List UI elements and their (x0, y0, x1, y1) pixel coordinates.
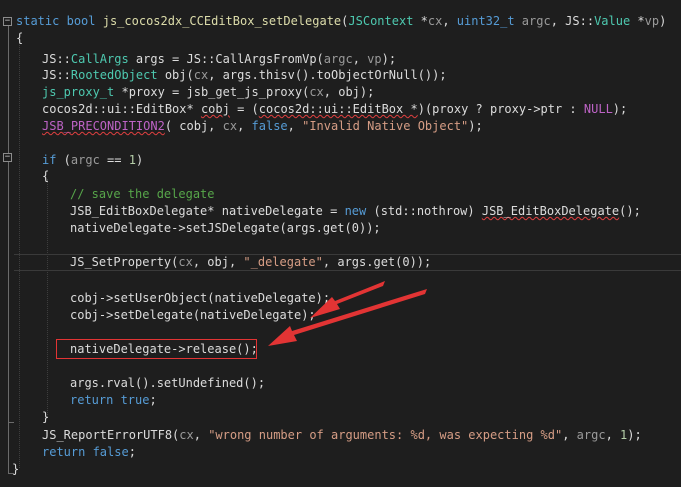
code-editor[interactable]: − − static bool js_cocos2dx_CCEditBox_se… (0, 0, 681, 487)
annotation-arrow-icon (310, 281, 385, 318)
annotation-arrows (268, 281, 427, 346)
